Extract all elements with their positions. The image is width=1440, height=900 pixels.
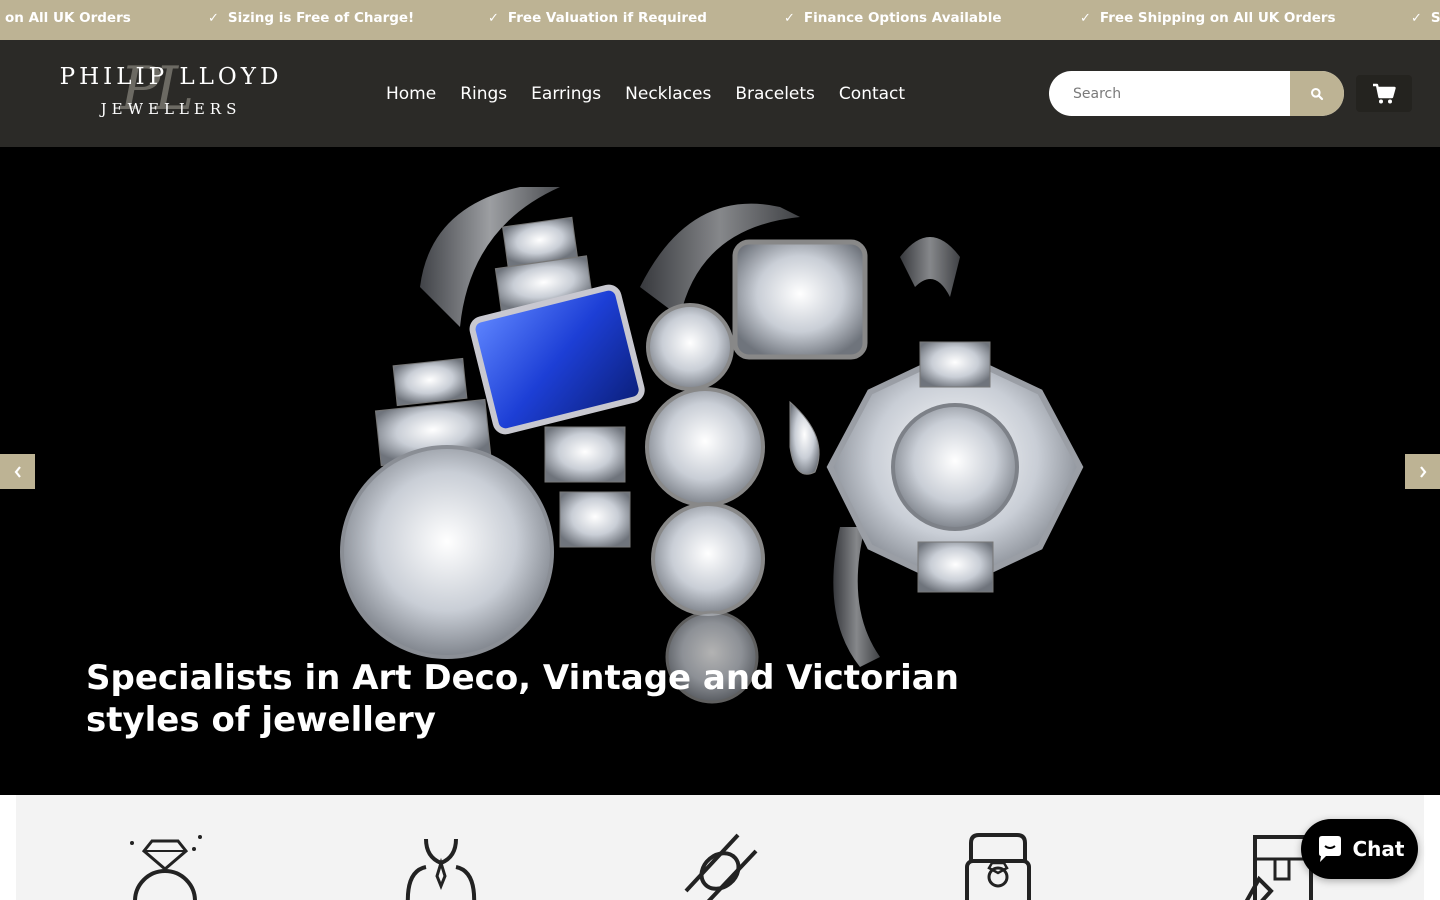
search-icon (1311, 87, 1324, 100)
announcement-item: on All UK Orders (5, 0, 131, 40)
gemstone-tweezers-icon (684, 833, 758, 900)
check-icon: ✓ (1080, 11, 1091, 26)
hero-slideshow: Specialists in Art Deco, Vintage and Vic… (0, 147, 1440, 795)
slide-prev-button[interactable] (0, 454, 35, 489)
announcement-text: S (1430, 10, 1440, 26)
logo-name: PHILIP LLOYD (59, 64, 283, 90)
nav-bracelets[interactable]: Bracelets (725, 82, 825, 106)
announcement-text: Free Shipping on All UK Orders (1099, 10, 1336, 26)
announcement-item: ✓ S (1411, 0, 1440, 40)
announcement-text: on All UK Orders (5, 10, 131, 26)
announcement-item: ✓ Free Valuation if Required (488, 0, 707, 40)
check-icon: ✓ (784, 11, 795, 26)
ring-box-icon (965, 833, 1031, 900)
announcement-item: ✓ Sizing is Free of Charge! (208, 0, 414, 40)
slide-next-button[interactable] (1405, 454, 1440, 489)
chevron-left-icon (14, 465, 21, 478)
cart-button[interactable] (1356, 75, 1412, 112)
search-button[interactable] (1290, 71, 1344, 116)
chevron-right-icon (1419, 465, 1426, 478)
announcement-text: Free Valuation if Required (507, 10, 707, 26)
check-icon: ✓ (1411, 11, 1422, 26)
announcement-text: Sizing is Free of Charge! (227, 10, 415, 26)
chat-bubble-icon (1318, 836, 1341, 862)
announcement-bar: on All UK Orders ✓ Sizing is Free of Char… (0, 0, 1440, 40)
chat-label: Chat (1352, 837, 1405, 861)
check-icon: ✓ (208, 11, 219, 26)
check-icon: ✓ (488, 11, 499, 26)
cart-icon (1373, 83, 1396, 103)
necklace-bust-icon (405, 838, 477, 900)
hero-caption: Specialists in Art Deco, Vintage and Vic… (86, 658, 959, 740)
nav-earrings[interactable]: Earrings (521, 82, 611, 106)
announcement-text: Finance Options Available (803, 10, 1002, 26)
announcement-item: ✓ Finance Options Available (784, 0, 1001, 40)
main-nav: Home Rings Earrings Necklaces Bracelets … (376, 40, 919, 147)
diamond-ring-icon (130, 835, 202, 900)
site-logo[interactable]: PL PHILIP LLOYD JEWELLERS (28, 52, 310, 132)
nav-contact[interactable]: Contact (829, 82, 915, 106)
nav-rings[interactable]: Rings (450, 82, 517, 106)
search-form (1049, 71, 1344, 116)
announcement-item: ✓ Free Shipping on All UK Orders (1080, 0, 1336, 40)
features-strip (16, 795, 1424, 900)
site-header: PL PHILIP LLOYD JEWELLERS Home Rings Ear… (0, 40, 1440, 147)
search-input[interactable] (1049, 71, 1290, 116)
chat-button[interactable]: Chat (1301, 819, 1418, 879)
nav-home[interactable]: Home (376, 82, 446, 106)
nav-necklaces[interactable]: Necklaces (615, 82, 721, 106)
logo-subtitle: JEWELLERS (100, 100, 242, 118)
